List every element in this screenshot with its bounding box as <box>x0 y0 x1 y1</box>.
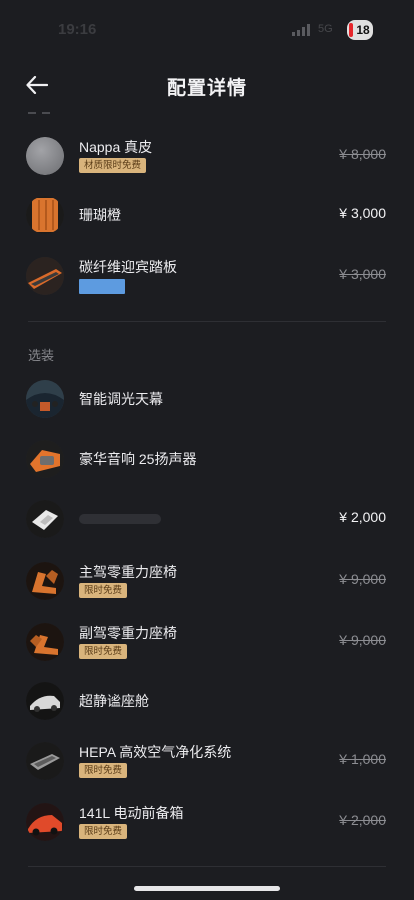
promo-badge: 限时免费 <box>79 763 128 778</box>
highlight-tag <box>79 279 125 294</box>
config-item-nappa[interactable]: Nappa 真皮 材质限时免费 ¥ 8,000 <box>0 131 414 183</box>
item-name: 碳纤维迎宾踏板 <box>79 259 177 275</box>
signal-icon <box>292 24 312 36</box>
battery-level: 18 <box>356 23 370 37</box>
quiet-cabin-thumbnail <box>26 682 64 720</box>
driver-seat-thumbnail <box>26 562 64 600</box>
item-price: ¥ 3,000 <box>339 205 386 221</box>
item-name: 副驾零重力座椅 <box>79 625 177 641</box>
item-name: HEPA 高效空气净化系统 <box>79 744 232 760</box>
item-name: 主驾零重力座椅 <box>79 564 177 580</box>
item-name: Nappa 真皮 <box>79 139 153 155</box>
sunroof-thumbnail <box>26 380 64 418</box>
option-item-hepa[interactable]: HEPA 高效空气净化系统 限时免费 ¥ 1,000 <box>0 736 414 788</box>
item-price: ¥ 2,000 <box>339 509 386 525</box>
promo-badge: 限时免费 <box>79 583 128 598</box>
clipped-section-header <box>28 112 58 116</box>
section-divider <box>28 866 386 867</box>
status-time: 19:16 <box>58 21 97 38</box>
carbon-sill-thumbnail <box>26 257 64 295</box>
passenger-seat-thumbnail <box>26 623 64 661</box>
config-item-coral-orange[interactable]: 珊瑚橙 ¥ 3,000 <box>0 190 414 242</box>
option-item-quiet-cabin[interactable]: 超静谧座舱 <box>0 676 414 728</box>
home-indicator[interactable] <box>134 886 280 891</box>
item-price: ¥ 3,000 <box>339 266 386 282</box>
page-title: 配置详情 <box>166 78 247 99</box>
item-price: ¥ 2,000 <box>339 812 386 828</box>
network-label: 5G <box>318 23 333 35</box>
blurred-item-name <box>79 514 161 524</box>
nav-bar: 配置详情 <box>0 60 414 110</box>
item-name: 141L 电动前备箱 <box>79 805 184 821</box>
battery-icon: 18 <box>347 20 373 40</box>
item-name: 豪华音响 25扬声器 <box>79 451 197 467</box>
item-price: ¥ 9,000 <box>339 632 386 648</box>
item-name: 珊瑚橙 <box>79 207 121 223</box>
speaker-thumbnail <box>26 440 64 478</box>
option-item-audio[interactable]: 豪华音响 25扬声器 <box>0 434 414 486</box>
promo-badge: 限时免费 <box>79 644 128 659</box>
status-bar: 19:16 5G 18 <box>0 0 414 58</box>
section-title-optional: 选装 <box>28 348 55 363</box>
item-price: ¥ 9,000 <box>339 571 386 587</box>
option-item-passenger-seat[interactable]: 副驾零重力座椅 限时免费 ¥ 9,000 <box>0 617 414 669</box>
hepa-thumbnail <box>26 742 64 780</box>
item-name: 超静谧座舱 <box>79 693 149 709</box>
coral-orange-thumbnail <box>26 196 64 234</box>
promo-badge: 材质限时免费 <box>79 158 147 173</box>
section-divider <box>28 321 386 322</box>
item-price: ¥ 8,000 <box>339 146 386 162</box>
item-name: 智能调光天幕 <box>79 391 163 407</box>
leather-thumbnail <box>26 137 64 175</box>
config-item-carbon-sill[interactable]: 碳纤维迎宾踏板 ¥ 3,000 <box>0 251 414 303</box>
option-item-driver-seat[interactable]: 主驾零重力座椅 限时免费 ¥ 9,000 <box>0 556 414 608</box>
option-item-sunroof[interactable]: 智能调光天幕 <box>0 374 414 426</box>
item-price: ¥ 1,000 <box>339 751 386 767</box>
option-item-hidden[interactable]: ¥ 2,000 <box>0 494 414 546</box>
promo-badge: 限时免费 <box>79 824 128 839</box>
option-thumbnail <box>26 500 64 538</box>
option-item-frunk[interactable]: 141L 电动前备箱 限时免费 ¥ 2,000 <box>0 797 414 849</box>
frunk-thumbnail <box>26 803 64 841</box>
